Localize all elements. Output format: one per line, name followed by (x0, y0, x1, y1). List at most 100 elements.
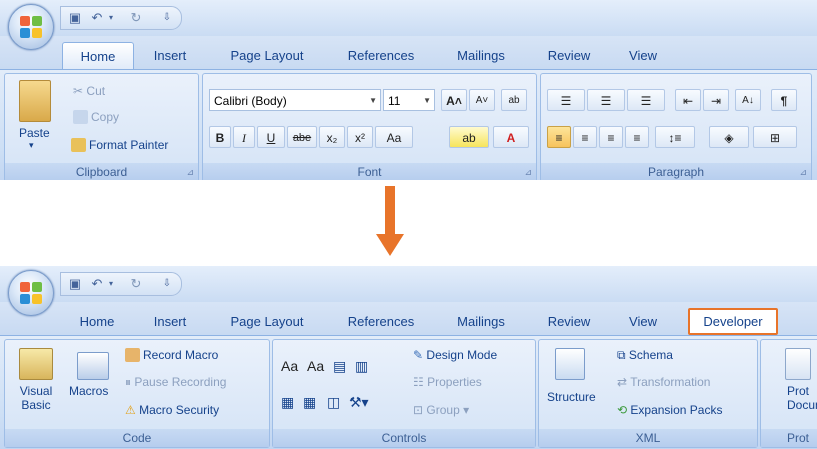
change-case-button[interactable]: Aa (375, 126, 413, 148)
rich-text-control[interactable]: Aa (281, 358, 298, 374)
redo-icon[interactable]: ↻ (127, 9, 145, 27)
tab-page-layout[interactable]: Page Layout (218, 42, 316, 69)
increase-indent-icon[interactable]: ⇥ (703, 89, 729, 111)
paste-icon[interactable] (19, 80, 51, 122)
office-button[interactable] (8, 4, 54, 50)
paragraph-launcher-icon[interactable]: ⊿ (799, 167, 807, 178)
undo-dropdown-icon[interactable]: ▾ (106, 9, 116, 27)
italic-button[interactable]: I (233, 126, 255, 148)
tab-mailings[interactable]: Mailings (443, 308, 519, 335)
save-icon[interactable]: ▣ (67, 9, 83, 27)
borders-icon[interactable]: ⊞ (753, 126, 797, 148)
superscript-button[interactable]: x² (347, 126, 373, 148)
group-icon: ⊡ (413, 403, 424, 417)
strikethrough-button[interactable]: abe (287, 126, 317, 148)
font-size-combo[interactable]: 11 ▼ (383, 89, 435, 111)
building-block-icon[interactable]: ◫ (327, 394, 340, 411)
protect-document-icon[interactable] (785, 348, 811, 380)
font-color-icon[interactable]: A (493, 126, 529, 148)
tab-references[interactable]: References (336, 308, 426, 335)
format-painter-button[interactable]: Format Painter (71, 138, 168, 152)
expansion-packs-button[interactable]: ⟲ Expansion Packs (617, 403, 722, 417)
tab-developer[interactable]: Developer (688, 308, 778, 335)
clipboard-group-label: Clipboard (5, 163, 198, 180)
schema-button[interactable]: ⧉ Schema (617, 348, 673, 363)
clipboard-launcher-icon[interactable]: ⊿ (186, 167, 194, 178)
design-mode-button[interactable]: ✎ Design Mode (413, 348, 497, 362)
protect-group: ProtDocum Prot (760, 339, 817, 448)
clipboard-group: Paste ▾ ✂ Cut Copy Format Painter Clipbo… (4, 73, 199, 180)
tab-review[interactable]: Review (538, 308, 600, 335)
shrink-font-icon[interactable]: A˅ (469, 89, 495, 111)
record-macro-button[interactable]: Record Macro (125, 348, 218, 362)
expansion-packs-icon: ⟲ (617, 403, 628, 417)
design-mode-label: Design Mode (426, 348, 498, 362)
properties-button[interactable]: ☷ Properties (413, 375, 482, 389)
xml-group: Structure ⧉ Schema ⇄ Transformation ⟲ Ex… (538, 339, 758, 448)
numbering-icon[interactable]: ☰ (587, 89, 625, 111)
align-left-icon[interactable]: ≡ (547, 126, 571, 148)
font-launcher-icon[interactable]: ⊿ (524, 167, 532, 178)
undo-dropdown-icon[interactable]: ▾ (106, 275, 116, 293)
highlight-icon[interactable]: ab (449, 126, 489, 148)
tab-mailings[interactable]: Mailings (443, 42, 519, 69)
undo-icon[interactable]: ↶ (89, 275, 105, 293)
shading-icon[interactable]: ◈ (709, 126, 749, 148)
customize-qat-icon[interactable]: ⇩ (161, 9, 173, 27)
protect-label-1: Prot (787, 384, 810, 398)
office-button[interactable] (8, 270, 54, 316)
font-name-value: Calibri (Body) (214, 94, 287, 108)
copy-icon (73, 110, 88, 124)
group-button[interactable]: ⊡ Group ▾ (413, 403, 469, 417)
subscript-button[interactable]: x₂ (319, 126, 345, 148)
paste-dropdown-icon[interactable]: ▾ (29, 140, 34, 151)
multilevel-list-icon[interactable]: ☰ (627, 89, 665, 111)
macros-icon[interactable] (77, 352, 109, 380)
tab-insert[interactable]: Insert (142, 42, 198, 69)
text-control[interactable]: Aa (307, 358, 324, 374)
bold-button[interactable]: B (209, 126, 231, 148)
picture-control-icon[interactable]: ▤ (333, 358, 346, 375)
structure-button[interactable]: Structure (547, 390, 596, 404)
line-spacing-icon[interactable]: ↕≡ (655, 126, 695, 148)
decrease-indent-icon[interactable]: ⇤ (675, 89, 701, 111)
tab-view[interactable]: View (617, 42, 669, 69)
tab-review[interactable]: Review (538, 42, 600, 69)
macro-security-button[interactable]: ⚠ Macro Security (125, 403, 219, 417)
underline-button[interactable]: U (257, 126, 285, 148)
protect-document-button[interactable]: ProtDocum (787, 384, 817, 412)
clear-formatting-icon[interactable]: ab (501, 89, 527, 111)
font-name-combo[interactable]: Calibri (Body) ▼ (209, 89, 381, 111)
dropdown-control-icon[interactable]: ▦ (281, 394, 294, 411)
justify-icon[interactable]: ≡ (625, 126, 649, 148)
undo-icon[interactable]: ↶ (89, 9, 105, 27)
visual-basic-button[interactable]: Visual Basic (19, 384, 53, 412)
combo-box-control-icon[interactable]: ▥ (355, 358, 368, 375)
tab-view[interactable]: View (617, 308, 669, 335)
bullets-icon[interactable]: ☰ (547, 89, 585, 111)
tab-references[interactable]: References (336, 42, 426, 69)
visual-basic-icon[interactable] (19, 348, 53, 380)
structure-icon[interactable] (555, 348, 585, 380)
macros-button[interactable]: Macros (69, 384, 108, 398)
align-center-icon[interactable]: ≡ (573, 126, 597, 148)
tab-home[interactable]: Home (62, 42, 134, 70)
date-picker-icon[interactable]: ▦ (303, 394, 316, 411)
office-logo-icon (20, 16, 42, 38)
grow-font-icon[interactable]: A˄ (441, 89, 467, 111)
copy-button[interactable]: Copy (73, 110, 119, 124)
tab-home[interactable]: Home (62, 308, 132, 335)
show-marks-icon[interactable]: ¶ (771, 89, 797, 111)
tab-page-layout[interactable]: Page Layout (218, 308, 316, 335)
paste-button[interactable]: Paste (19, 126, 50, 140)
align-right-icon[interactable]: ≡ (599, 126, 623, 148)
cut-button[interactable]: ✂ Cut (73, 84, 105, 98)
sort-icon[interactable]: A↓ (735, 89, 761, 111)
redo-icon[interactable]: ↻ (127, 275, 145, 293)
tab-insert[interactable]: Insert (142, 308, 198, 335)
pause-recording-button[interactable]: ⏸ Pause Recording (125, 375, 226, 390)
customize-qat-icon[interactable]: ⇩ (161, 275, 173, 293)
legacy-tools-icon[interactable]: ⚒▾ (349, 394, 369, 411)
transformation-button[interactable]: ⇄ Transformation (617, 375, 710, 389)
save-icon[interactable]: ▣ (67, 275, 83, 293)
